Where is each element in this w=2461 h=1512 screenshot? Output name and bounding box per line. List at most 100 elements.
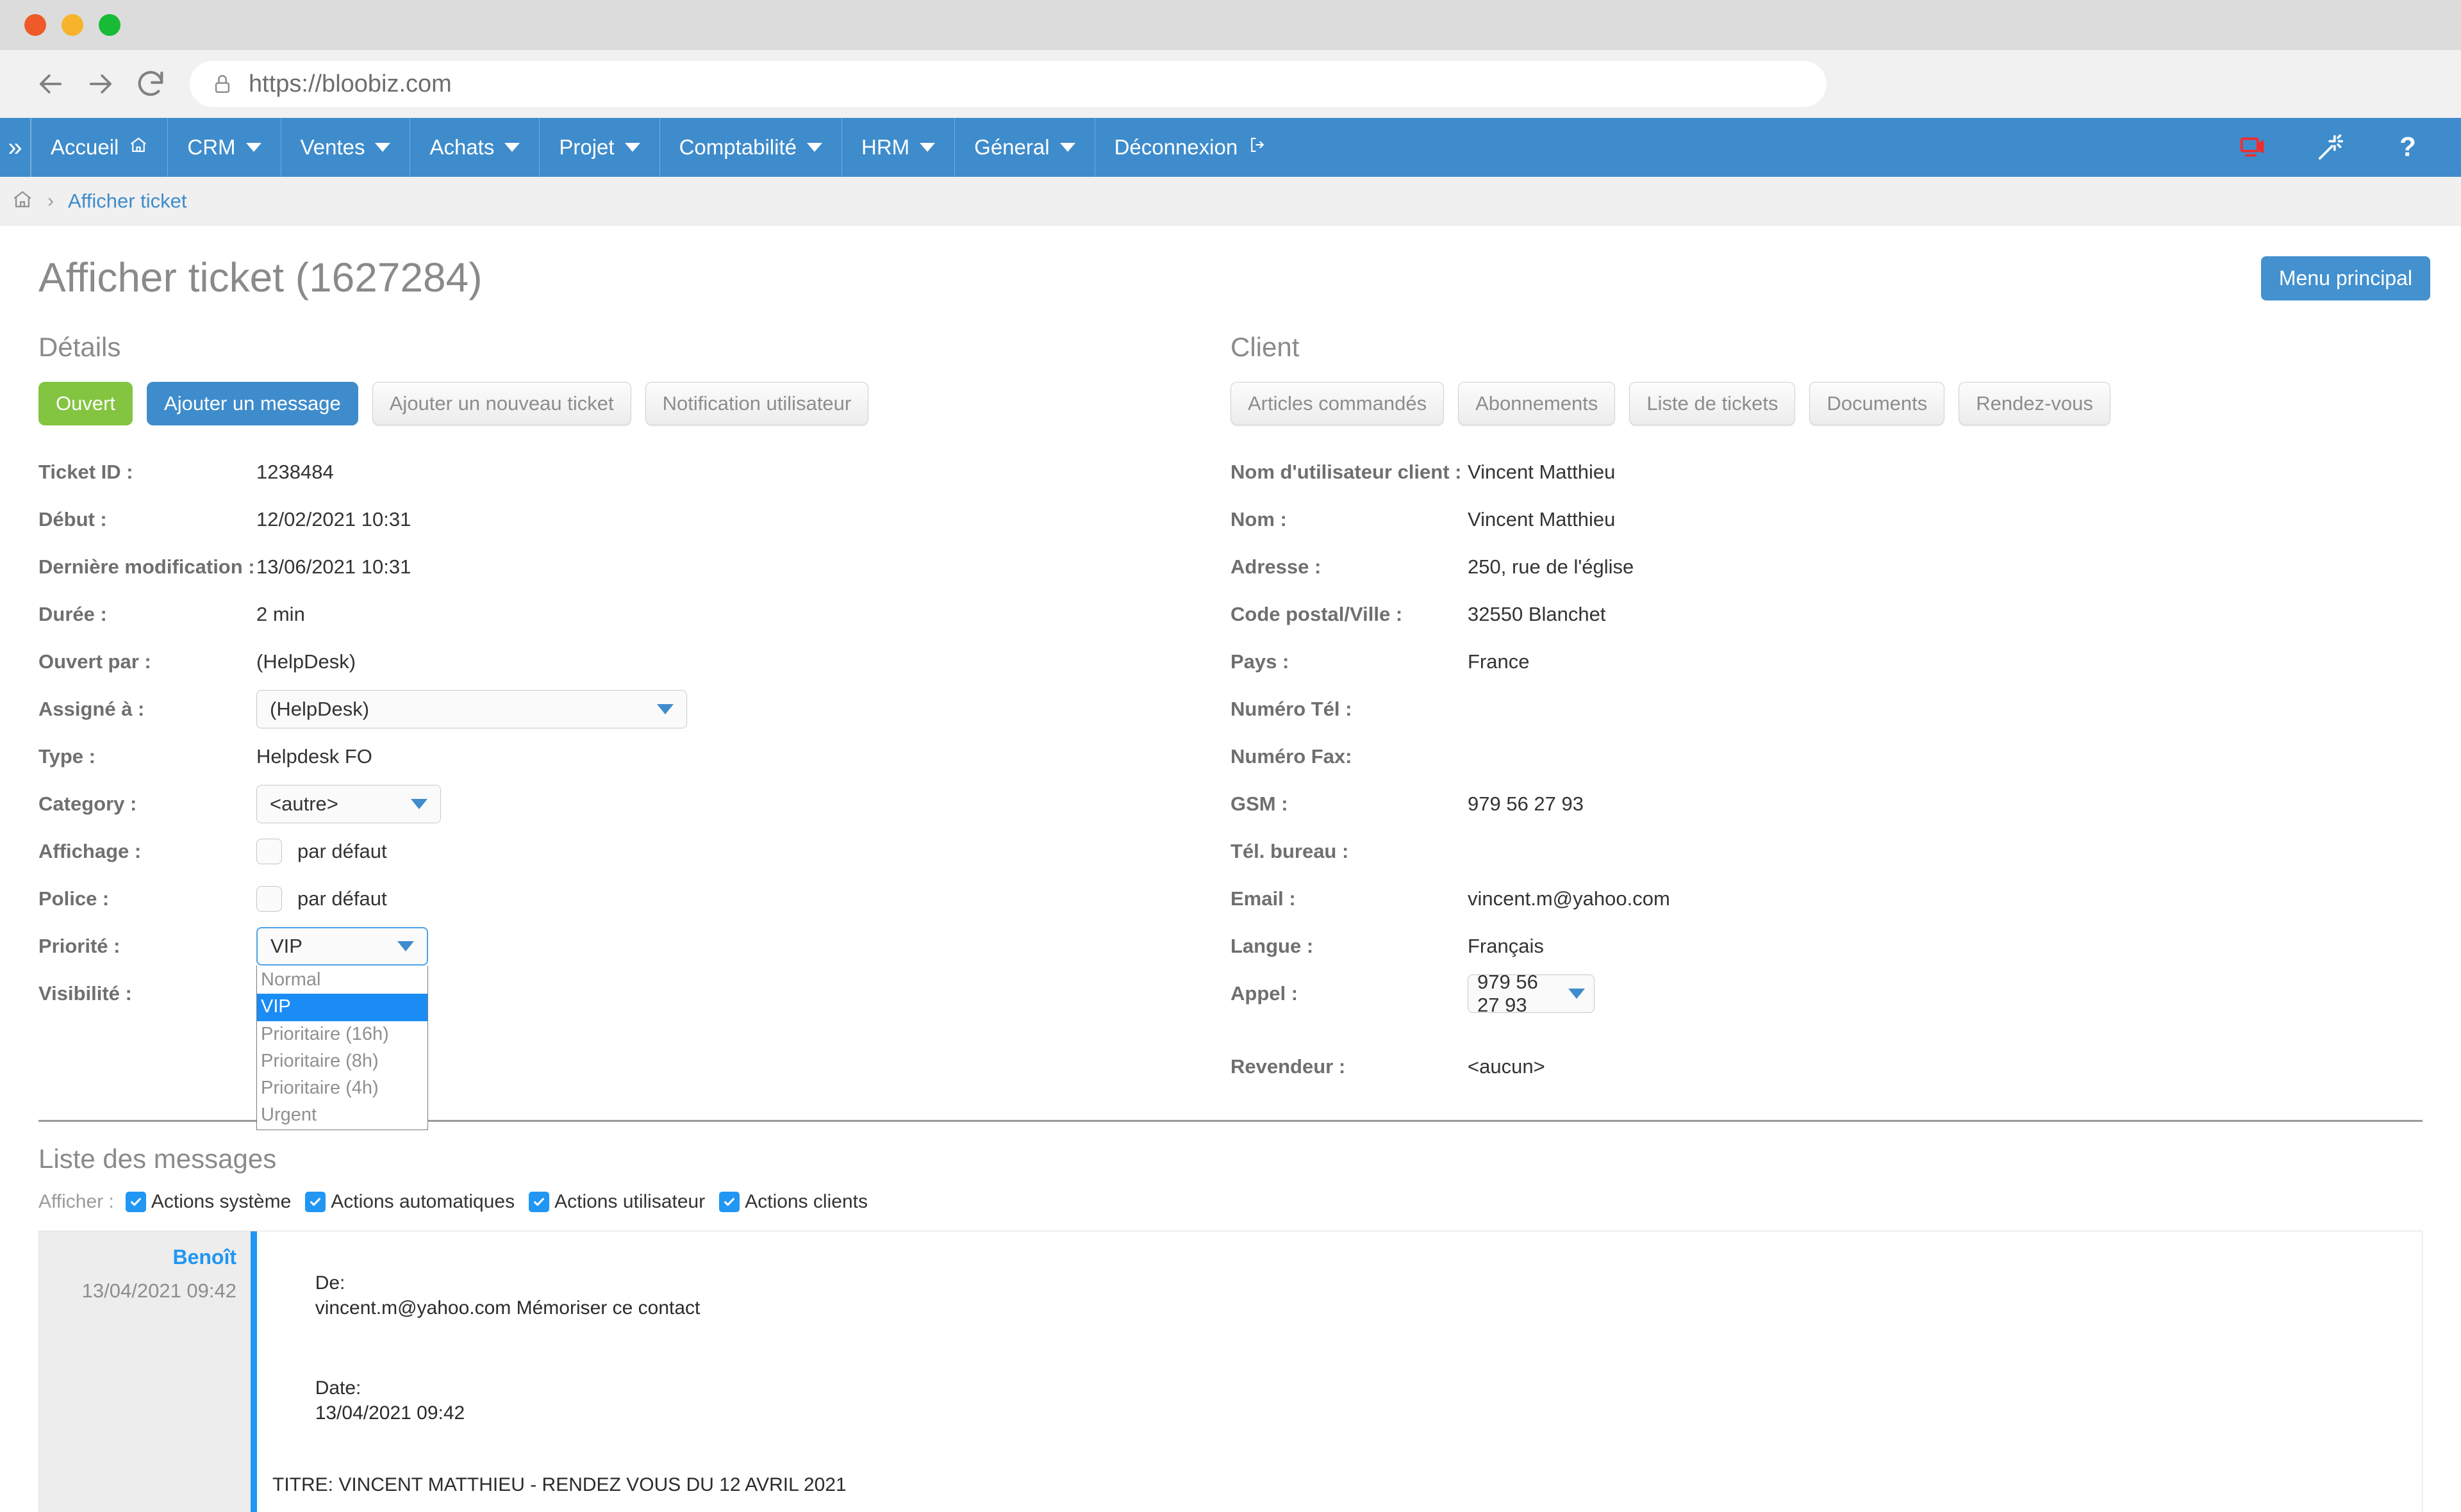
field-ticket-id: Ticket ID : 1238484 — [38, 448, 1230, 496]
filter-actions-automatiques[interactable]: Actions automatiques — [305, 1191, 515, 1213]
liste-de-tickets-button[interactable]: Liste de tickets — [1629, 382, 1796, 426]
filter-actions-clients[interactable]: Actions clients — [719, 1191, 868, 1213]
field-value: <aucun> — [1468, 1055, 1545, 1078]
home-icon — [129, 135, 148, 160]
back-arrow-icon[interactable] — [26, 59, 76, 109]
field-email: Email : vincent.m@yahoo.com — [1230, 875, 2423, 923]
dropdown-option-normal[interactable]: Normal — [257, 967, 427, 994]
nav-item-deconnexion[interactable]: Déconnexion — [1095, 118, 1287, 177]
nav-item-label: Comptabilité — [679, 135, 797, 159]
dropdown-option-urgent[interactable]: Urgent — [257, 1102, 427, 1129]
message-item[interactable]: Benoît 13/04/2021 09:42 De: vincent.m@ya… — [38, 1231, 2423, 1512]
maximize-window-button[interactable] — [99, 14, 120, 36]
field-label: Numéro Tél : — [1230, 698, 1352, 721]
filter-actions-utilisateur[interactable]: Actions utilisateur — [529, 1191, 705, 1213]
field-value: 979 56 27 93 — [1468, 793, 1584, 816]
filter-actions-systeme[interactable]: Actions système — [125, 1191, 291, 1213]
status-ouvert-button[interactable]: Ouvert — [38, 382, 133, 426]
chevron-down-icon — [1059, 143, 1075, 152]
field-revendeur: Revendeur : <aucun> — [1230, 1043, 2423, 1090]
chevron-down-icon — [807, 143, 822, 152]
notification-utilisateur-button[interactable]: Notification utilisateur — [645, 382, 869, 426]
field-numero-fax: Numéro Fax: — [1230, 733, 2423, 780]
field-code-postal-ville: Code postal/Ville : 32550 Blanchet — [1230, 591, 2423, 638]
field-affichage: Affichage : par défaut — [38, 828, 1230, 875]
messages-filter-row: Afficher : Actions système Actions autom… — [38, 1191, 2423, 1213]
dropdown-option-vip[interactable]: VIP — [257, 994, 427, 1021]
minimize-window-button[interactable] — [62, 14, 83, 36]
select-value: <autre> — [270, 793, 338, 816]
nav-item-accueil[interactable]: Accueil — [31, 118, 169, 177]
dropdown-option-prioritaire-4h[interactable]: Prioritaire (4h) — [257, 1075, 427, 1102]
chevron-down-icon — [1568, 989, 1585, 999]
ajouter-message-button[interactable]: Ajouter un message — [147, 382, 358, 426]
nav-item-achats[interactable]: Achats — [410, 118, 540, 177]
message-author[interactable]: Benoît — [39, 1245, 236, 1269]
menu-principal-button[interactable]: Menu principal — [2260, 256, 2430, 300]
message-date-row: Date: 13/04/2021 09:42 — [272, 1351, 1416, 1450]
field-value: Vincent Matthieu — [1468, 461, 1616, 484]
screen-record-icon[interactable] — [2239, 133, 2269, 162]
abonnements-button[interactable]: Abonnements — [1458, 382, 1616, 426]
dropdown-option-prioritaire-8h[interactable]: Prioritaire (8h) — [257, 1048, 427, 1075]
nav-item-crm[interactable]: CRM — [168, 118, 281, 177]
client-button-row: Articles commandés Abonnements Liste de … — [1230, 382, 2423, 426]
nav-item-label: Achats — [429, 135, 495, 159]
home-icon[interactable] — [12, 188, 33, 213]
lock-icon — [211, 73, 233, 95]
navbar-right-icons: ? — [2239, 118, 2461, 177]
field-assigne-a: Assigné à : (HelpDesk) — [38, 686, 1230, 733]
affichage-checkbox[interactable] — [256, 839, 282, 865]
field-priorite: Priorité : VIP Normal VIP Prioritaire (1… — [38, 923, 1230, 1130]
message-accent-bar — [251, 1231, 257, 1512]
page-title: Afficher ticket (1627284) — [38, 254, 483, 300]
articles-commandes-button[interactable]: Articles commandés — [1230, 382, 1445, 426]
chevron-double-right-icon[interactable]: » — [0, 118, 31, 177]
dropdown-option-prioritaire-16h[interactable]: Prioritaire (16h) — [257, 1021, 427, 1048]
nav-item-ventes[interactable]: Ventes — [281, 118, 411, 177]
checkbox-checked-icon — [125, 1192, 146, 1213]
chevron-down-icon — [397, 941, 414, 952]
priorite-select[interactable]: VIP — [256, 927, 428, 966]
field-visibilite: Visibilité : — [38, 970, 1230, 1017]
nav-item-comptabilite[interactable]: Comptabilité — [660, 118, 842, 177]
field-value: (HelpDesk) — [256, 650, 356, 673]
category-select[interactable]: <autre> — [256, 785, 441, 824]
ajouter-nouveau-ticket-button[interactable]: Ajouter un nouveau ticket — [372, 382, 631, 426]
field-value: 32550 Blanchet — [1468, 603, 1606, 626]
chevron-down-icon — [375, 143, 391, 152]
chevron-down-icon — [245, 143, 261, 152]
documents-button[interactable]: Documents — [1809, 382, 1945, 426]
police-checkbox[interactable] — [256, 886, 282, 912]
url-bar[interactable]: https://bloobiz.com — [190, 61, 1827, 107]
assigne-a-select[interactable]: (HelpDesk) — [256, 690, 687, 729]
field-label: Tél. bureau : — [1230, 840, 1349, 863]
message-from-label: De: — [315, 1272, 345, 1294]
close-window-button[interactable] — [24, 14, 46, 36]
affichage-checkbox-label: par défaut — [297, 840, 387, 863]
field-label: Police : — [38, 887, 110, 910]
magic-wand-icon[interactable] — [2316, 133, 2346, 162]
filter-label: Actions clients — [745, 1191, 868, 1213]
reload-icon[interactable] — [126, 59, 176, 109]
forward-arrow-icon[interactable] — [76, 59, 126, 109]
breadcrumb-separator: › — [47, 190, 54, 211]
nav-item-hrm[interactable]: HRM — [842, 118, 956, 177]
field-value: 250, rue de l'église — [1468, 555, 1634, 579]
nav-item-projet[interactable]: Projet — [540, 118, 660, 177]
appel-select[interactable]: 979 56 27 93 — [1468, 971, 1595, 1016]
nav-item-general[interactable]: Géneral — [955, 118, 1095, 177]
breadcrumb-current[interactable]: Afficher ticket — [68, 190, 187, 213]
help-icon[interactable]: ? — [2393, 133, 2423, 162]
field-debut: Début : 12/02/2021 10:31 — [38, 496, 1230, 543]
message-date-label: Date: — [315, 1377, 361, 1399]
browser-toolbar: https://bloobiz.com — [0, 50, 2461, 118]
message-from-value: vincent.m@yahoo.com Mémoriser ce contact — [315, 1297, 700, 1319]
field-ouvert-par: Ouvert par : (HelpDesk) — [38, 638, 1230, 686]
field-label: Code postal/Ville : — [1230, 603, 1403, 626]
nav-item-label: Accueil — [51, 135, 119, 159]
checkbox-checked-icon — [305, 1192, 326, 1213]
rendez-vous-button[interactable]: Rendez-vous — [1959, 382, 2110, 426]
details-section-title: Détails — [38, 332, 121, 362]
